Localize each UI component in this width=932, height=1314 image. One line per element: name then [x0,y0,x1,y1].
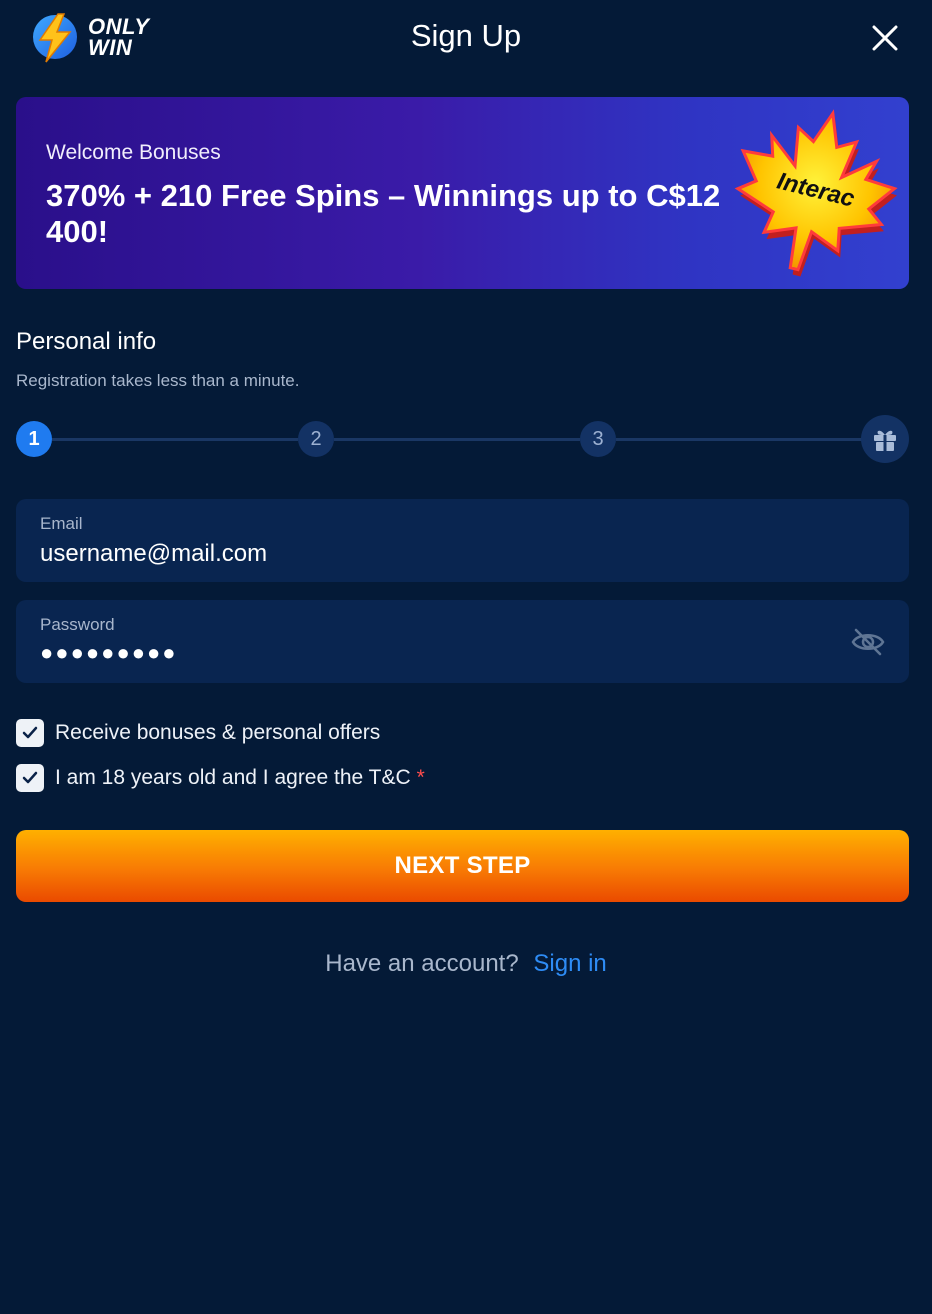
step-connector [52,438,298,441]
bonus-offers-label: Receive bonuses & personal offers [55,721,381,744]
step-connector [334,438,580,441]
bonus-offers-checkbox-row[interactable]: Receive bonuses & personal offers [16,719,380,747]
registration-stepper: 1 2 3 [16,415,909,463]
banner-subtitle: Welcome Bonuses [46,141,221,164]
next-step-button[interactable]: NEXT STEP [16,830,909,902]
password-label: Password [40,615,115,634]
header: ONLY WIN Sign Up [0,0,932,80]
signup-page: ONLY WIN Sign Up Welcome Bonuses 370% + … [0,0,932,1314]
section-subtitle: Registration takes less than a minute. [16,371,300,390]
signin-prompt: Have an account? Sign in [0,950,932,978]
bonus-offers-checkbox[interactable] [16,719,44,747]
step-gift [861,415,909,463]
close-icon [872,25,898,51]
checkmark-icon [22,771,38,784]
terms-label: I am 18 years old and I agree the T&C [55,766,411,789]
banner-title: 370% + 210 Free Spins – Winnings up to C… [46,178,721,249]
checkmark-icon [22,726,38,739]
password-value[interactable]: ●●●●●●●●● [40,640,178,666]
interac-maple-leaf-icon: Interac [734,109,898,277]
terms-checkbox-row[interactable]: I am 18 years old and I agree the T&C * [16,764,425,792]
welcome-bonus-banner[interactable]: Welcome Bonuses 370% + 210 Free Spins – … [16,97,909,289]
terms-checkbox[interactable] [16,764,44,792]
close-button[interactable] [866,19,904,57]
email-label: Email [40,514,83,533]
have-account-text: Have an account? [325,950,519,977]
sign-in-link[interactable]: Sign in [533,950,606,977]
page-title: Sign Up [410,18,522,53]
email-value[interactable]: username@mail.com [40,540,267,568]
password-field[interactable]: Password ●●●●●●●●● [16,600,909,683]
step-3: 3 [580,421,616,457]
section-title: Personal info [16,328,157,355]
step-2: 2 [298,421,334,457]
eye-off-icon[interactable] [850,627,886,657]
step-1: 1 [16,421,52,457]
required-asterisk: * [416,766,425,789]
step-connector [616,438,862,441]
email-field[interactable]: Email username@mail.com [16,499,909,582]
gift-icon [874,430,896,451]
